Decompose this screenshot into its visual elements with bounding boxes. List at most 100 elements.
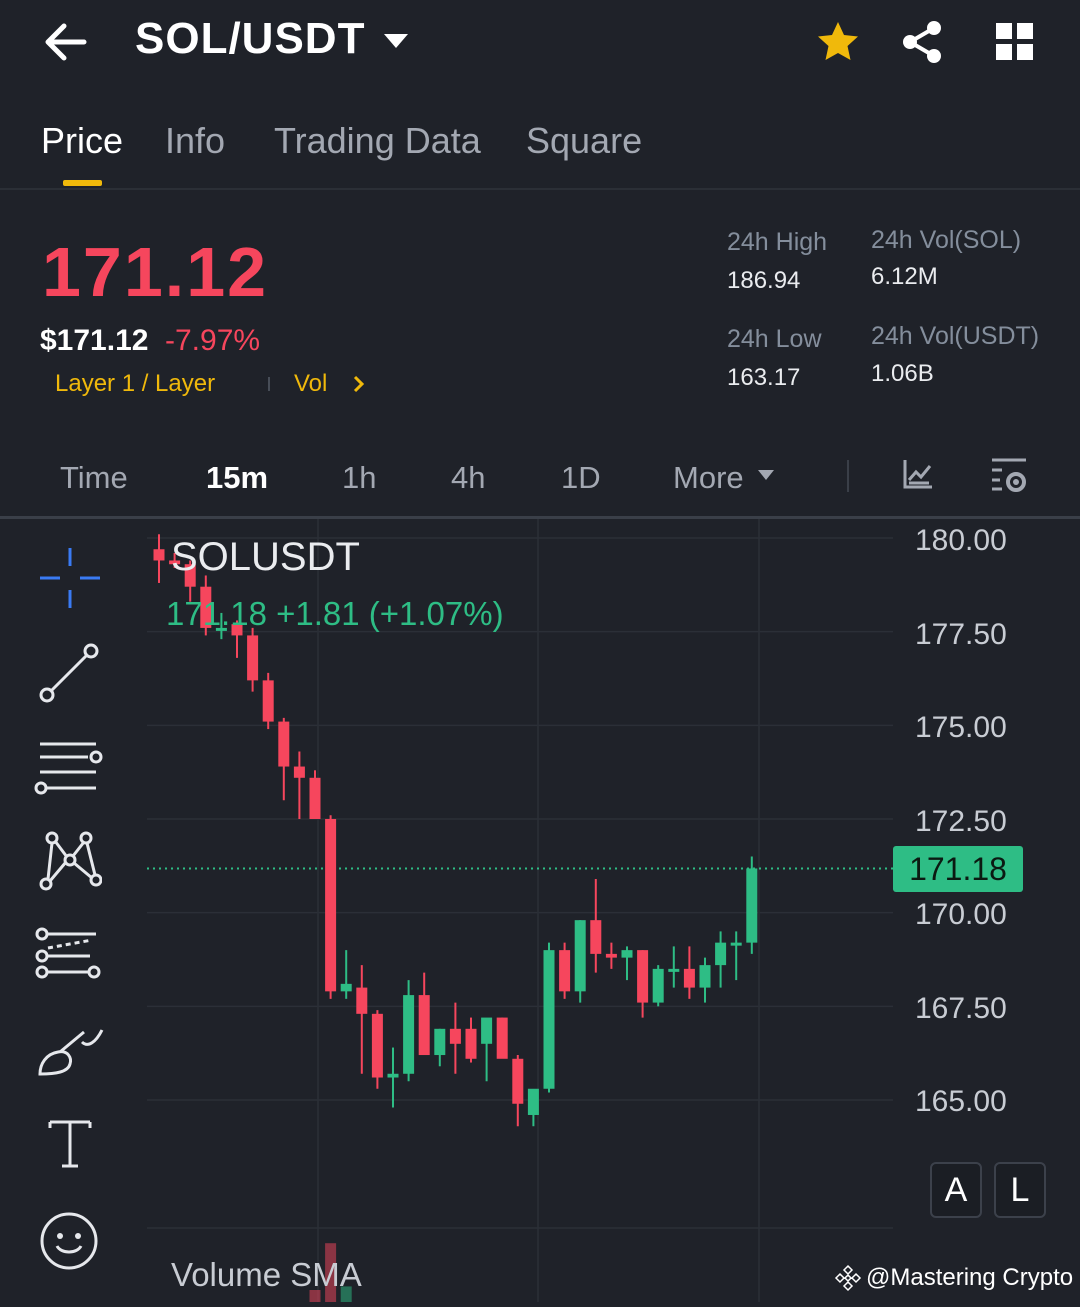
y-tick-label: 167.50	[915, 992, 1007, 1025]
candle	[668, 946, 680, 988]
candle-body	[621, 950, 633, 958]
candle	[278, 717, 290, 801]
candle	[293, 751, 305, 819]
low-label: 24h Low	[727, 325, 822, 353]
vol-usdt-value: 1.06B	[871, 360, 934, 387]
interval-4h[interactable]: 4h	[451, 460, 485, 496]
y-tick-label: 165.00	[915, 1085, 1007, 1118]
candle-body	[403, 995, 415, 1074]
more-dropdown-icon[interactable]	[757, 468, 775, 482]
indicator-chart-icon[interactable]	[902, 458, 934, 490]
chart-settings-icon[interactable]	[990, 456, 1030, 494]
candle	[559, 942, 571, 999]
candle-body	[262, 680, 274, 722]
interval-bar: Time 15m 1h 4h 1D More	[0, 440, 1080, 519]
candle-body	[605, 953, 617, 958]
tab-info[interactable]: Info	[165, 120, 225, 162]
candle	[262, 672, 274, 730]
candle-body	[418, 995, 430, 1056]
chevron-right-icon[interactable]	[352, 374, 366, 394]
candle	[356, 965, 368, 1074]
candle	[465, 1017, 477, 1063]
tab-price[interactable]: Price	[41, 120, 123, 162]
candle	[418, 972, 430, 1056]
interval-15m[interactable]: 15m	[206, 460, 268, 496]
share-icon[interactable]	[900, 20, 944, 64]
candle	[683, 946, 695, 999]
price-change-percent: -7.97%	[165, 324, 261, 357]
candle	[699, 957, 711, 1003]
trend-line-icon[interactable]	[38, 642, 100, 704]
candle-body	[371, 1013, 383, 1078]
candle-body	[715, 942, 727, 966]
candle-body	[699, 965, 711, 988]
pair-title[interactable]: SOL/USDT	[135, 14, 365, 64]
candle-body	[683, 968, 695, 988]
high-value: 186.94	[727, 267, 801, 294]
horizontal-lines-icon[interactable]	[34, 738, 104, 798]
candle-body	[496, 1017, 508, 1059]
candle-body	[465, 1028, 477, 1059]
auto-scale-button[interactable]: A	[930, 1162, 982, 1218]
y-tick-label: 170.00	[915, 898, 1007, 931]
brush-icon[interactable]	[36, 1024, 106, 1078]
candle-body	[746, 868, 758, 943]
text-tool-icon[interactable]	[48, 1118, 92, 1170]
y-tick-label: 177.50	[915, 618, 1007, 651]
candle-body	[543, 950, 555, 1089]
candle	[637, 950, 649, 1018]
tab-trading-data[interactable]: Trading Data	[274, 120, 481, 162]
fib-channel-icon[interactable]	[34, 926, 102, 986]
candle-body	[278, 721, 290, 767]
log-scale-button[interactable]: L	[994, 1162, 1046, 1218]
candle	[340, 950, 352, 999]
vol-tag[interactable]: Vol	[294, 370, 327, 398]
candle	[730, 931, 742, 981]
candle	[746, 856, 758, 954]
candle-body	[153, 549, 165, 561]
candle	[605, 942, 617, 969]
back-arrow-icon[interactable]	[40, 20, 90, 64]
candle-body	[559, 950, 571, 992]
candle	[309, 770, 321, 819]
ohlc-readout: 171.18 +1.81 (+1.07%)	[166, 595, 504, 632]
candle-body	[637, 950, 649, 1003]
y-tick-label: 175.00	[915, 711, 1007, 744]
candle	[434, 1028, 446, 1067]
usd-price: $171.12	[40, 324, 149, 357]
star-icon[interactable]	[815, 20, 861, 64]
grid-menu-icon[interactable]	[995, 22, 1035, 62]
y-tick-label: 180.00	[915, 524, 1007, 557]
candle	[153, 534, 165, 583]
vol-sol-value: 6.12M	[871, 263, 938, 290]
crosshair-icon[interactable]	[38, 546, 102, 610]
interval-time[interactable]: Time	[60, 460, 128, 496]
y-tick-label: 172.50	[915, 805, 1007, 838]
interval-divider	[847, 460, 849, 492]
tab-bar: Price Info Trading Data Square	[0, 110, 1080, 190]
candle-body	[325, 819, 337, 992]
interval-1h[interactable]: 1h	[342, 460, 376, 496]
candle-body	[293, 766, 305, 778]
pattern-icon[interactable]	[38, 830, 103, 892]
category-tag[interactable]: Layer 1 / Layer	[55, 370, 215, 398]
candle	[512, 1055, 524, 1127]
vol-usdt-label: 24h Vol(USDT)	[871, 322, 1040, 350]
pair-dropdown-icon[interactable]	[382, 30, 410, 52]
candle-body	[340, 983, 352, 992]
interval-more[interactable]: More	[673, 460, 744, 496]
watermark-text: @Mastering Crypto	[866, 1264, 1074, 1291]
candle	[496, 1017, 508, 1059]
emoji-icon[interactable]	[38, 1210, 100, 1272]
candle	[449, 1002, 461, 1074]
tab-square[interactable]: Square	[526, 120, 642, 162]
candle-body	[668, 968, 680, 972]
candle-body	[590, 920, 602, 954]
candle	[247, 627, 259, 692]
high-label: 24h High	[727, 228, 828, 256]
candle-body	[247, 635, 259, 681]
low-value: 163.17	[727, 364, 801, 391]
interval-1d[interactable]: 1D	[561, 460, 601, 496]
candle-body	[434, 1028, 446, 1056]
candle-body	[652, 968, 664, 1003]
